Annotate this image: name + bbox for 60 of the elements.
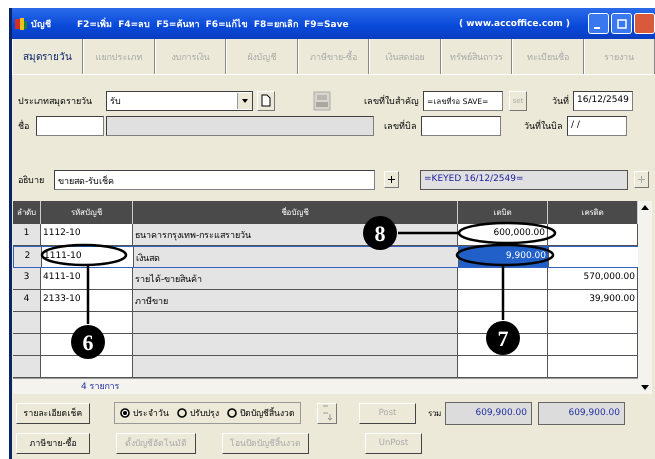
- minimize-button[interactable]: [588, 13, 609, 34]
- field-label: วันที่ในบิล: [523, 118, 564, 132]
- table-cell: 1: [13, 224, 41, 245]
- cheque-details-button[interactable]: รายละเอียดเช็ค: [16, 402, 90, 424]
- description-field[interactable]: ขายสด-รับเช็ค: [54, 170, 375, 190]
- bill-date-field[interactable]: / /: [567, 116, 627, 136]
- app-icon: [14, 16, 28, 30]
- plus-icon: [388, 176, 395, 183]
- field-label: วันที่: [551, 94, 570, 108]
- table-row[interactable]: 4 2133-10 ภาษีขาย 39,900.00: [13, 290, 638, 312]
- horizontal-scrollbar[interactable]: 4 รายการ: [13, 378, 638, 394]
- total-credit-field: 609,900.00: [538, 402, 625, 424]
- sort-button[interactable]: [317, 402, 337, 424]
- tab[interactable]: สมุดรายวัน: [12, 39, 84, 74]
- date-field[interactable]: 16/12/2549: [573, 90, 633, 110]
- radio-label[interactable]: ประจำวัน: [133, 406, 169, 420]
- radio-button[interactable]: [120, 408, 130, 418]
- minimize-icon: [594, 26, 600, 28]
- close-button[interactable]: [634, 13, 655, 34]
- table-row[interactable]: 2 1111-10 เงินสด 9,900.00: [13, 246, 638, 268]
- field-label: ชื่อ: [18, 118, 30, 132]
- new-document-button[interactable]: [257, 90, 275, 110]
- sort-icon: [321, 404, 333, 422]
- tax-button[interactable]: ภาษีขาย-ซื้อ: [16, 432, 90, 454]
- radio-button[interactable]: [227, 408, 237, 418]
- table-cell: รายได้-ขายสินค้า: [133, 268, 458, 289]
- field-label: เลขที่บิล: [383, 118, 418, 132]
- document-icon: [261, 94, 271, 107]
- name-field[interactable]: [36, 116, 104, 136]
- table-row[interactable]: 3 4111-10 รายได้-ขายสินค้า 570,000.00: [13, 268, 638, 290]
- table-cell: 39,900.00: [548, 290, 638, 311]
- total-debit-field: 609,900.00: [445, 402, 532, 424]
- keyed-info-field: =KEYED 16/12/2549=: [420, 170, 628, 190]
- total-label: รวม: [428, 408, 441, 420]
- field-label: เลขที่ใบสำคัญ: [363, 94, 420, 108]
- table-cell: 3: [13, 268, 41, 289]
- radio-label[interactable]: ปรับปรุง: [190, 406, 219, 420]
- shortcut-hint: F2=เพิ่ม F4=ลบ F5=ค้นหา F6=แก้ไข F8=ยกเลิก F9=Save: [77, 16, 349, 30]
- record-count: 4 รายการ: [81, 382, 120, 392]
- vertical-scrollbar[interactable]: [638, 201, 652, 394]
- radio-button[interactable]: [177, 408, 187, 418]
- add-button[interactable]: [384, 171, 399, 188]
- table-cell: 4: [13, 290, 41, 311]
- table-cell: 570,000.00: [548, 268, 638, 289]
- maximize-button[interactable]: [611, 13, 632, 34]
- window-title: บัญชี: [31, 18, 52, 30]
- plus-icon: [638, 176, 645, 183]
- table-cell: 4111-10: [41, 268, 133, 289]
- table-cell: เงินสด: [134, 247, 459, 267]
- bill-number-field[interactable]: [421, 116, 501, 136]
- table-cell: 2: [14, 247, 42, 267]
- field-label: ประเภทสมุดรายวัน: [18, 96, 93, 108]
- table-cell: 2133-10: [41, 290, 133, 311]
- radio-label[interactable]: ปิดบัญชีสิ้นงวด: [240, 406, 295, 420]
- field-label: อธิบาย: [18, 174, 45, 186]
- maximize-icon: [616, 18, 626, 28]
- website-text: ( www.accoffice.com ): [459, 18, 570, 28]
- table-cell: ภาษีขาย: [133, 290, 458, 311]
- table-cell: 1112-10: [41, 224, 133, 245]
- journal-type-dropdown[interactable]: รับ: [106, 90, 253, 110]
